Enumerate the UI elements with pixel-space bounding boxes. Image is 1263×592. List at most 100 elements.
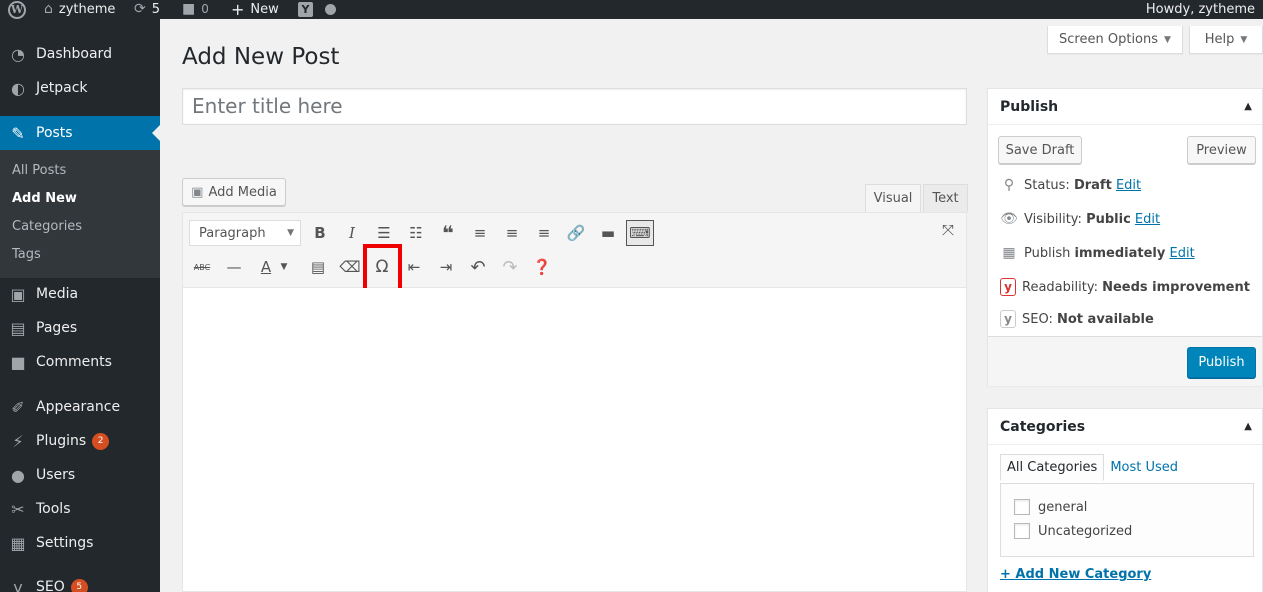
publish-box-title[interactable]: Publish (988, 89, 1262, 125)
menu-tools[interactable]: ✂ Tools (0, 492, 160, 526)
help-circle-icon[interactable]: ❓ (528, 254, 556, 280)
menu-posts[interactable]: ✎ Posts (0, 116, 160, 150)
italic-icon[interactable]: I (338, 220, 366, 246)
screen-options-button[interactable]: Screen Options ▼ (1047, 26, 1183, 54)
yoast-adminbar-link[interactable]: Y (298, 0, 313, 19)
menu-users[interactable]: ● Users (0, 458, 160, 492)
menu-media[interactable]: ▣ Media (0, 277, 160, 311)
menu-dashboard[interactable]: ◔ Dashboard (0, 37, 160, 71)
redo-icon[interactable]: ↷ (496, 254, 524, 280)
jetpack-icon: ◐ (11, 78, 25, 98)
media-icon: ▣ (191, 184, 204, 200)
toolbar-toggle-icon[interactable]: ⌨ (626, 220, 654, 246)
menu-settings[interactable]: ▦ Settings (0, 526, 160, 560)
menu-label: SEO (36, 579, 65, 592)
align-center-icon[interactable]: ≡ (498, 220, 526, 246)
menu-label: Jetpack (36, 80, 88, 96)
checkbox[interactable] (1014, 523, 1030, 539)
tab-all-categories[interactable]: All Categories (1000, 454, 1105, 481)
tab-text[interactable]: Text (923, 184, 968, 212)
edit-visibility-link[interactable]: Edit (1135, 212, 1160, 227)
strikethrough-icon[interactable]: ABC (188, 254, 216, 280)
menu-plugins[interactable]: ⚡ Plugins 2 (0, 424, 160, 458)
category-item[interactable]: Uncategorized (1014, 523, 1132, 539)
wordpress-logo-icon[interactable]: W (8, 0, 26, 19)
comments-count: 0 (201, 2, 209, 16)
edit-status-link[interactable]: Edit (1116, 178, 1141, 193)
users-icon: ● (11, 465, 25, 485)
collapse-arrow-icon[interactable]: ▲ (1244, 421, 1252, 432)
visibility-label: Visibility: (1024, 211, 1082, 227)
tab-most-used[interactable]: Most Used (1104, 454, 1184, 481)
align-right-icon[interactable]: ≡ (530, 220, 558, 246)
home-icon: ⌂ (44, 1, 53, 17)
collapse-arrow-icon[interactable]: ▲ (1244, 101, 1252, 112)
category-checklist: general Uncategorized (1000, 483, 1254, 557)
schedule-row: ▦ Publish immediately Edit (1000, 243, 1195, 263)
pages-icon: ▤ (10, 318, 26, 338)
bullet-list-icon[interactable]: ☰ (370, 220, 398, 246)
add-new-category-link[interactable]: + Add New Category (1000, 567, 1151, 582)
post-title-input[interactable] (182, 88, 967, 125)
submenu-add-new[interactable]: Add New (12, 189, 77, 209)
new-content-link[interactable]: + New (231, 0, 279, 19)
publish-time-label: Publish (1024, 245, 1071, 261)
format-select-value: Paragraph (199, 225, 266, 241)
indent-icon[interactable]: ⇥ (432, 254, 460, 280)
align-left-icon[interactable]: ≡ (466, 220, 494, 246)
category-item[interactable]: general (1014, 499, 1087, 515)
undo-icon[interactable]: ↶ (464, 254, 492, 280)
publish-button[interactable]: Publish (1187, 347, 1256, 378)
menu-seo[interactable]: y SEO 5 (0, 570, 160, 592)
my-account-link[interactable]: Howdy, zytheme (1146, 0, 1255, 19)
help-button[interactable]: Help ▼ (1189, 26, 1263, 54)
add-media-button[interactable]: ▣ Add Media (182, 178, 286, 206)
outdent-icon[interactable]: ⇤ (400, 254, 428, 280)
menu-comments[interactable]: ■ Comments (0, 345, 160, 379)
yoast-icon: y (13, 577, 23, 592)
menu-jetpack[interactable]: ◐ Jetpack (0, 71, 160, 105)
menu-label: Appearance (36, 399, 121, 415)
read-more-icon[interactable]: ▬ (594, 220, 622, 246)
preview-button[interactable]: Preview (1187, 136, 1256, 164)
save-draft-button[interactable]: Save Draft (998, 136, 1082, 164)
numbered-list-icon[interactable]: ☷ (402, 220, 430, 246)
bold-icon[interactable]: B (306, 220, 334, 246)
format-select[interactable]: Paragraph ▼ (189, 220, 301, 246)
comments-icon: ■ (10, 352, 26, 372)
tab-visual[interactable]: Visual (865, 184, 921, 212)
site-name-link[interactable]: ⌂ zytheme (44, 0, 115, 19)
plugins-update-badge: 2 (92, 432, 110, 450)
readability-label: Readability: (1022, 279, 1098, 295)
editor-toolbar: Paragraph ▼ B I ☰ ☷ ❝ ≡ ≡ ≡ 🔗 ▬ ⌨ ⤧ ABC … (183, 213, 966, 308)
submenu-all-posts[interactable]: All Posts (12, 161, 66, 181)
submenu-tags[interactable]: Tags (12, 245, 41, 265)
blockquote-icon[interactable]: ❝ (434, 220, 462, 246)
text-color-caret-icon[interactable]: ▼ (277, 254, 291, 280)
edit-schedule-link[interactable]: Edit (1170, 246, 1195, 261)
menu-label: Tools (36, 501, 71, 517)
editor-content-area[interactable] (183, 288, 966, 591)
paste-text-icon[interactable]: ▤ (304, 254, 332, 280)
checkbox[interactable] (1014, 499, 1030, 515)
brush-icon: ✐ (11, 397, 25, 417)
menu-pages[interactable]: ▤ Pages (0, 311, 160, 345)
horizontal-line-icon[interactable]: — (220, 254, 248, 280)
caret-down-icon: ▼ (1240, 34, 1248, 45)
text-color-icon[interactable]: A (252, 254, 280, 280)
comments-link[interactable]: ■ 0 (182, 0, 209, 19)
menu-label: Comments (36, 354, 112, 370)
status-row: ⚲ Status: Draft Edit (1000, 175, 1141, 195)
categories-box: Categories ▲ All Categories Most Used ge… (987, 408, 1263, 592)
fullscreen-icon[interactable]: ⤧ (934, 217, 962, 243)
visibility-row: 👁 Visibility: Public Edit (1000, 209, 1160, 229)
categories-box-title[interactable]: Categories (988, 409, 1262, 445)
add-media-label: Add Media (208, 184, 277, 200)
seo-value: Not available (1057, 311, 1154, 327)
clear-formatting-icon[interactable]: ⌫ (336, 254, 364, 280)
caret-down-icon: ▼ (287, 228, 294, 238)
updates-link[interactable]: ⟳ 5 (134, 0, 160, 19)
link-icon[interactable]: 🔗 (562, 220, 590, 246)
menu-appearance[interactable]: ✐ Appearance (0, 390, 160, 424)
submenu-categories[interactable]: Categories (12, 217, 82, 237)
